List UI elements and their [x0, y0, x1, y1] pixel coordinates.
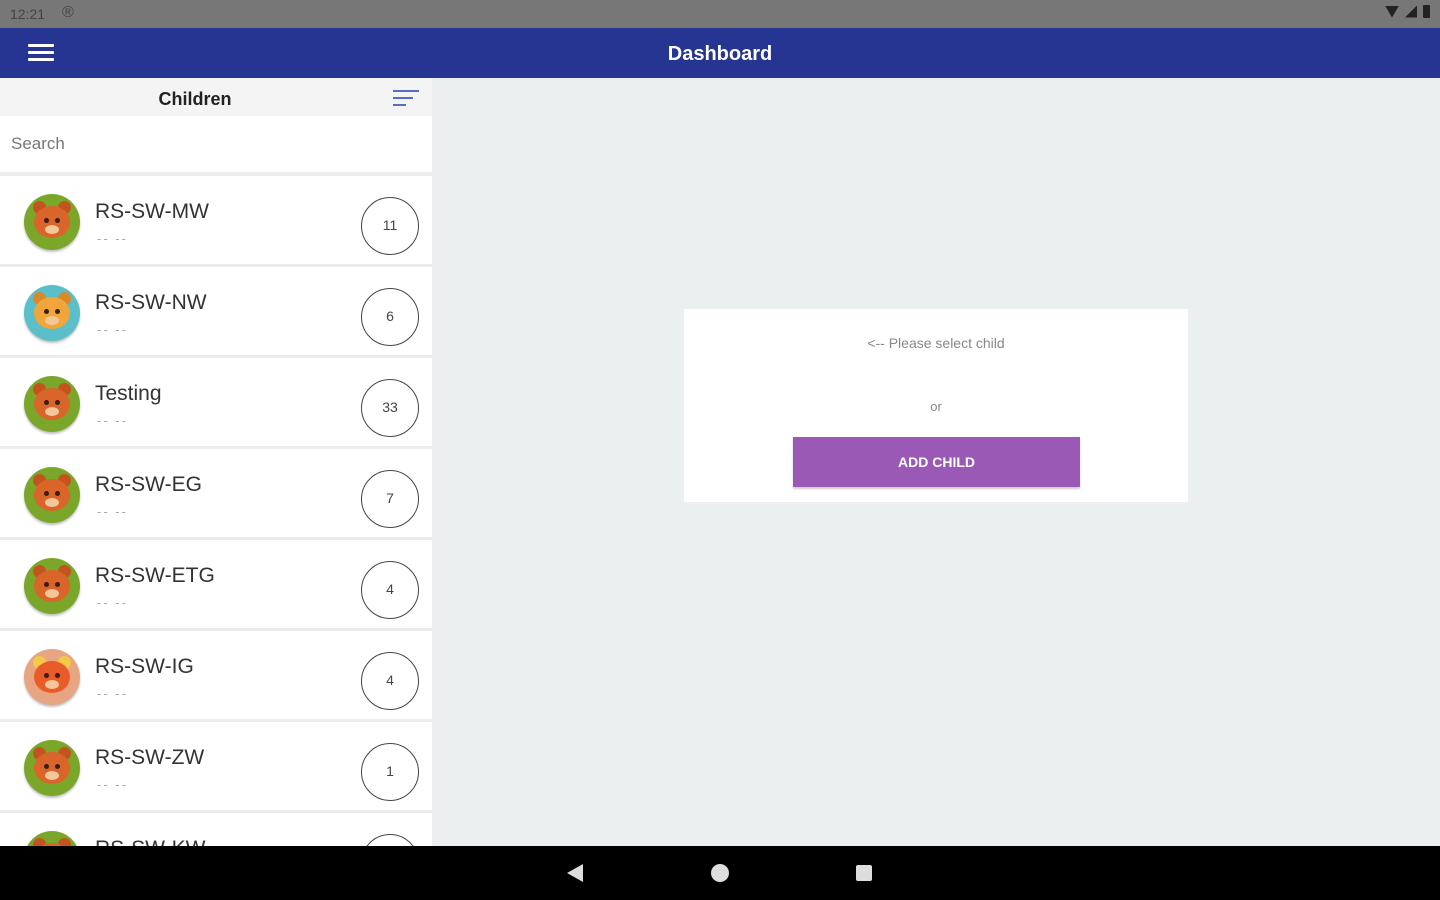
child-name: Testing [95, 382, 162, 405]
child-subtitle: -- -- [97, 504, 128, 519]
child-row[interactable]: RS-SW-ZW -- -- 1 [0, 722, 432, 810]
main-content: <-- Please select child or ADD CHILD [432, 78, 1440, 846]
count-badge: 6 [361, 288, 419, 346]
children-title: Children [158, 89, 232, 109]
or-separator: or [930, 399, 942, 414]
bear-avatar-icon [24, 194, 80, 250]
child-row[interactable]: RS-SW-EG -- -- 7 [0, 449, 432, 537]
count-badge: 11 [361, 197, 419, 255]
count-badge: 4 [361, 652, 419, 710]
add-child-button[interactable]: ADD CHILD [793, 437, 1080, 487]
child-row[interactable]: RS-SW-IG -- -- 4 [0, 631, 432, 719]
bear-avatar-icon [24, 831, 80, 846]
status-time: 12:21 [10, 6, 46, 22]
select-child-card: <-- Please select child or ADD CHILD [684, 309, 1188, 502]
children-panel: Children RS-SW-MW -- -- 11 RS-SW-NW -- -- 6 Te… [0, 78, 432, 846]
back-triangle-icon[interactable] [567, 864, 583, 882]
count-badge: 4 [361, 561, 419, 619]
child-row[interactable]: RS-SW-MW -- -- 11 [0, 176, 432, 264]
count-badge: 1 [361, 743, 419, 801]
child-name: RS-SW-ETG [95, 564, 215, 587]
page-title: Dashboard [667, 43, 773, 65]
child-subtitle: -- -- [97, 322, 128, 337]
bear-avatar-icon [24, 467, 80, 523]
battery-icon [1423, 5, 1430, 18]
child-subtitle: -- -- [97, 231, 128, 246]
child-row[interactable]: RS-SW-ETG -- -- 4 [0, 540, 432, 628]
child-subtitle: -- -- [97, 595, 128, 610]
sync-icon: ® [62, 4, 74, 21]
child-name: RS-SW-EG [95, 473, 202, 496]
search-input[interactable] [0, 116, 432, 172]
signal-icon [1405, 5, 1417, 18]
child-name: RS-SW-NW [95, 291, 207, 314]
sort-icon[interactable] [393, 90, 419, 108]
child-row[interactable]: RS-SW-NW -- -- 6 [0, 267, 432, 355]
app-bar: Dashboard [0, 28, 1440, 78]
child-subtitle: -- -- [97, 777, 128, 792]
fox-avatar-icon [24, 649, 80, 705]
children-header: Children [0, 78, 432, 116]
status-bar: 12:21 ® [0, 0, 1440, 28]
count-badge: 7 [361, 470, 419, 528]
bear-avatar-icon [24, 376, 80, 432]
system-nav-bar [0, 846, 1440, 900]
child-row[interactable]: Testing -- -- 33 [0, 358, 432, 446]
search-box [0, 116, 432, 172]
child-name: RS-SW-ZW [95, 746, 205, 769]
child-row[interactable]: RS-SW-KW [0, 813, 432, 846]
select-child-prompt: <-- Please select child [867, 335, 1005, 351]
bear-avatar-icon [24, 558, 80, 614]
home-circle-icon[interactable] [711, 864, 729, 882]
owl-avatar-icon [24, 285, 80, 341]
child-subtitle: -- -- [97, 686, 128, 701]
child-list: RS-SW-MW -- -- 11 RS-SW-NW -- -- 6 Testing -- -… [0, 176, 432, 846]
count-badge [361, 834, 419, 846]
child-name: RS-SW-IG [95, 655, 194, 678]
bear-avatar-icon [24, 740, 80, 796]
child-name: RS-SW-KW [95, 837, 205, 846]
child-subtitle: -- -- [97, 413, 128, 428]
wifi-icon [1385, 5, 1399, 18]
child-name: RS-SW-MW [95, 200, 209, 223]
count-badge: 33 [361, 379, 419, 437]
status-icons [1385, 5, 1430, 18]
recents-square-icon[interactable] [856, 865, 872, 881]
